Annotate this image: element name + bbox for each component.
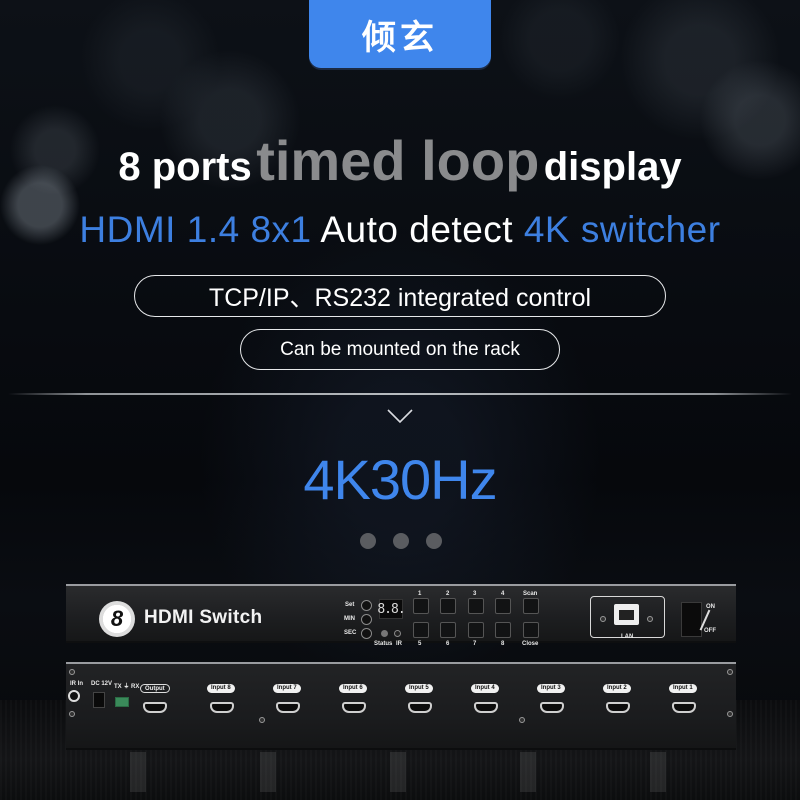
button-label-close: Close: [522, 641, 539, 647]
button-label-5: 5: [418, 641, 422, 647]
input-label-8: Input 8: [207, 684, 235, 693]
hdmi-input-1-port[interactable]: [672, 702, 696, 713]
headline-part-1: 8 ports: [118, 145, 252, 189]
input-label-4: Input 4: [471, 684, 499, 693]
device-reflection: [66, 752, 736, 792]
ir-label: IR: [396, 641, 402, 647]
min-knob[interactable]: [361, 614, 372, 625]
input-6-button[interactable]: [440, 622, 456, 638]
input-1-button[interactable]: [413, 598, 429, 614]
button-label-7: 7: [473, 641, 477, 647]
screw-icon: [647, 616, 653, 622]
button-label-4: 4: [501, 591, 505, 597]
hdmi-input-3-port[interactable]: [540, 702, 564, 713]
button-label-8: 8: [501, 641, 505, 647]
hdmi-input-7-port[interactable]: [276, 702, 300, 713]
serial-label: TX ⏚ RX: [114, 684, 140, 690]
input-label-1: Input 1: [669, 684, 697, 693]
subheadline-part-1: HDMI 1.4 8x1: [79, 209, 312, 250]
knob-label-sec: SEC: [344, 630, 357, 636]
ir-in-label: IR In: [70, 681, 83, 687]
dc-label: DC 12V: [91, 681, 113, 687]
input-label-2: Input 2: [603, 684, 631, 693]
input-5-button[interactable]: [413, 622, 429, 638]
status-label: Status: [374, 641, 393, 647]
input-label-7: Input 7: [273, 684, 301, 693]
hdmi-input-4-port[interactable]: [474, 702, 498, 713]
carousel-dot-2[interactable]: [393, 533, 409, 549]
input-3-button[interactable]: [468, 598, 484, 614]
close-button[interactable]: [523, 622, 539, 638]
input-label-3: Input 3: [537, 684, 565, 693]
carousel-dot-1[interactable]: [360, 533, 376, 549]
device-logo-icon: 8: [99, 601, 135, 637]
button-label-1: 1: [418, 591, 422, 597]
brand-logo: 倾玄: [309, 0, 491, 68]
dc-power-jack[interactable]: [93, 692, 105, 708]
resolution-label: 4K30Hz: [303, 448, 497, 511]
output-label: Output: [140, 684, 170, 693]
subheadline-part-3: 4K switcher: [523, 209, 721, 250]
divider: [8, 393, 792, 395]
feature-pill-control: TCP/IP、RS232 integrated control: [134, 275, 666, 317]
status-led-icon: [381, 630, 388, 637]
feature-pill-rack: Can be mounted on the rack: [240, 329, 560, 370]
knob-label-min: MIN: [344, 616, 355, 622]
ir-in-jack[interactable]: [68, 690, 80, 702]
input-8-button[interactable]: [495, 622, 511, 638]
screw-icon: [69, 669, 75, 675]
knob-label-set: Set: [345, 602, 355, 608]
headline-part-2: timed loop: [256, 129, 540, 192]
power-switch[interactable]: [681, 602, 702, 637]
screw-icon: [69, 711, 75, 717]
carousel-dot-3[interactable]: [426, 533, 442, 549]
sec-knob[interactable]: [361, 628, 372, 639]
power-on-label: ON: [706, 604, 715, 610]
lan-label: LAN: [621, 634, 634, 640]
hdmi-input-5-port[interactable]: [408, 702, 432, 713]
screw-icon: [259, 717, 265, 723]
headline-part-3: display: [543, 145, 682, 189]
screw-icon: [600, 616, 606, 622]
hdmi-input-6-port[interactable]: [342, 702, 366, 713]
subheadline-part-2: Auto detect: [320, 209, 514, 250]
input-7-button[interactable]: [468, 622, 484, 638]
power-off-label: OFF: [704, 628, 716, 634]
screw-icon: [727, 669, 733, 675]
input-4-button[interactable]: [495, 598, 511, 614]
input-label-5: Input 5: [405, 684, 433, 693]
carousel-dots: [360, 533, 442, 549]
ir-sensor-icon: [394, 630, 401, 637]
hdmi-input-2-port[interactable]: [606, 702, 630, 713]
hdmi-input-8-port[interactable]: [210, 702, 234, 713]
hdmi-output-port[interactable]: [143, 702, 167, 713]
rs232-terminal[interactable]: [115, 697, 129, 707]
input-2-button[interactable]: [440, 598, 456, 614]
lan-port-icon[interactable]: [614, 604, 639, 625]
button-label-2: 2: [446, 591, 450, 597]
button-label-6: 6: [446, 641, 450, 647]
segment-display: 8.8.: [377, 599, 406, 619]
scan-button[interactable]: [523, 598, 539, 614]
chevron-down-icon: [387, 409, 413, 424]
button-label-3: 3: [473, 591, 477, 597]
screw-icon: [519, 717, 525, 723]
screw-icon: [727, 711, 733, 717]
input-label-6: Input 6: [339, 684, 367, 693]
button-label-scan: Scan: [523, 591, 538, 597]
device-logo-text: HDMI Switch: [144, 607, 263, 628]
subheadline: HDMI 1.4 8x1 Auto detect 4K switcher: [0, 209, 800, 251]
set-knob[interactable]: [361, 600, 372, 611]
headline: 8 ports timed loop display: [0, 128, 800, 193]
